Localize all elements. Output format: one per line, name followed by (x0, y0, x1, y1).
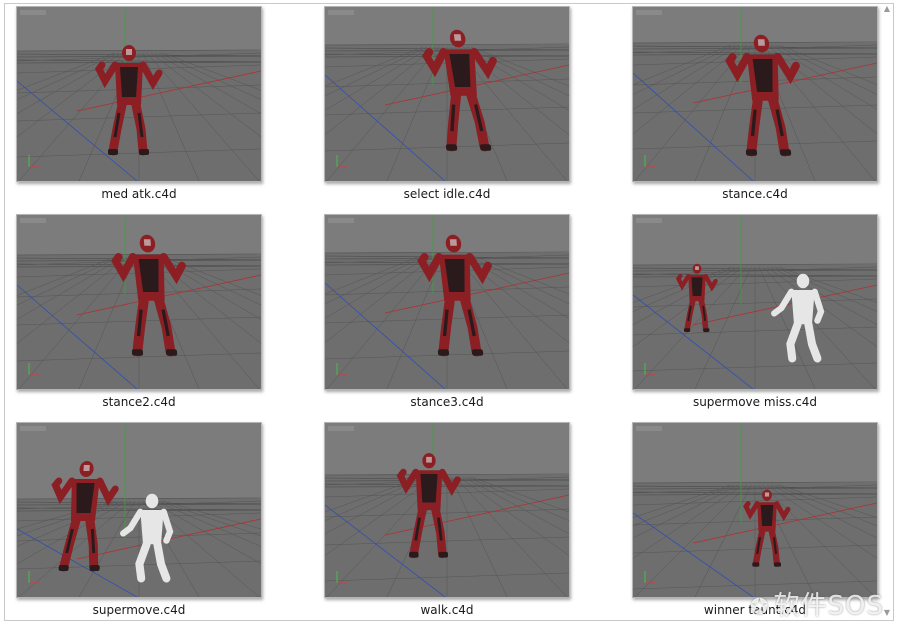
file-name-label: med atk.c4d (101, 187, 177, 201)
file-tile[interactable]: stance.c4d (632, 6, 878, 206)
file-thumbnail[interactable] (324, 6, 570, 182)
file-tile[interactable]: walk.c4d (324, 422, 570, 622)
scroll-up-icon[interactable]: ▲ (882, 5, 892, 13)
vertical-scrollbar[interactable]: ▲ ▼ (880, 5, 894, 617)
file-thumbnail[interactable] (632, 6, 878, 182)
file-name-label: select idle.c4d (403, 187, 491, 201)
file-tile[interactable]: supermove.c4d (16, 422, 262, 622)
file-tile[interactable]: select idle.c4d (324, 6, 570, 206)
file-thumbnail[interactable] (16, 214, 262, 390)
watermark-logo-icon: ✪ (750, 595, 770, 620)
file-name-label: supermove miss.c4d (692, 395, 818, 409)
file-name-label: stance.c4d (722, 187, 788, 201)
file-name-label: stance3.c4d (410, 395, 484, 409)
file-thumbnail[interactable] (632, 422, 878, 598)
file-tile[interactable]: med atk.c4d (16, 6, 262, 206)
file-thumbnail[interactable] (16, 422, 262, 598)
watermark-text: 软件SOS (773, 591, 884, 621)
file-thumbnail[interactable] (324, 422, 570, 598)
file-thumbnail[interactable] (16, 6, 262, 182)
file-name-label: supermove.c4d (92, 603, 186, 617)
file-name-label: stance2.c4d (102, 395, 176, 409)
file-tile[interactable]: supermove miss.c4d (632, 214, 878, 414)
file-tile[interactable]: stance2.c4d (16, 214, 262, 414)
file-tile[interactable]: stance3.c4d (324, 214, 570, 414)
watermark: ✪ 软件SOS (750, 585, 884, 622)
file-thumbnail[interactable] (632, 214, 878, 390)
file-name-label: walk.c4d (420, 603, 474, 617)
file-thumbnail[interactable] (324, 214, 570, 390)
